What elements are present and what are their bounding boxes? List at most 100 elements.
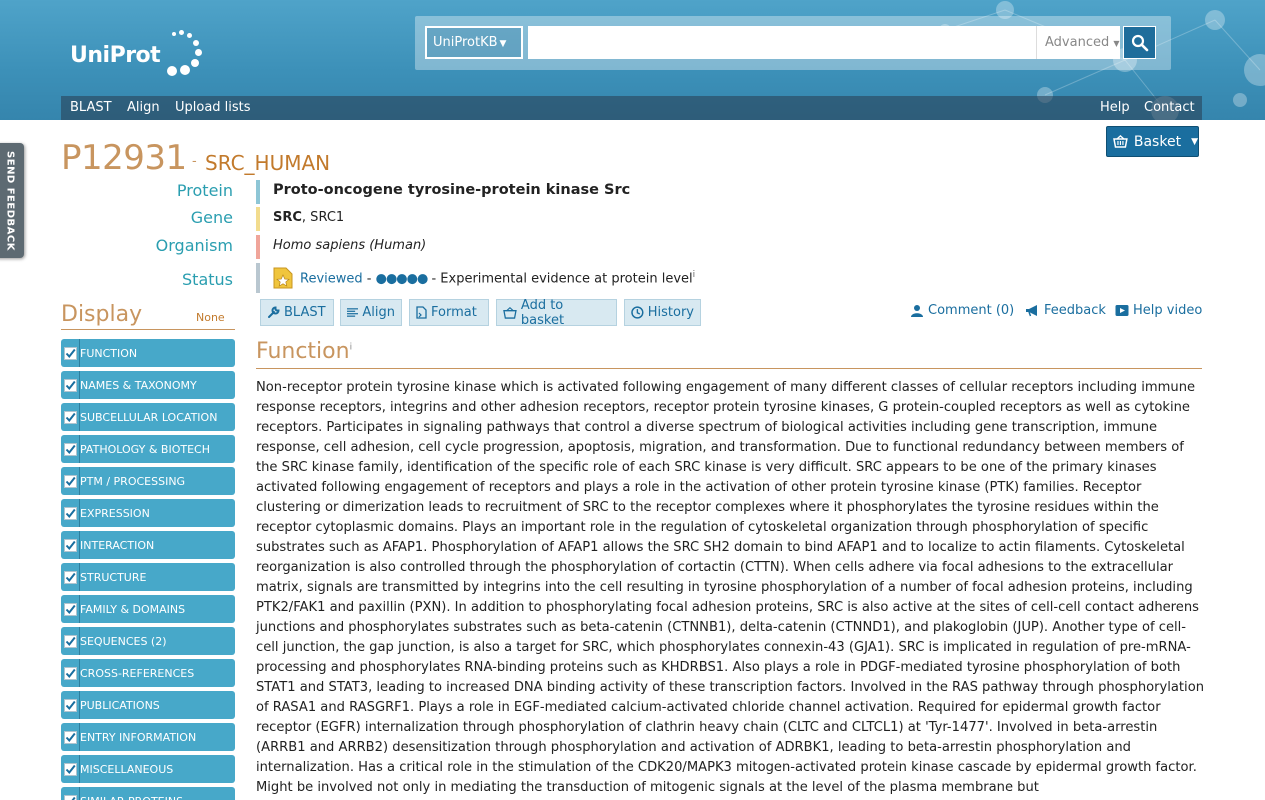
- blast-label: BLAST: [284, 305, 326, 320]
- item-divider: [79, 403, 80, 431]
- display-item-label: ENTRY INFORMATION: [80, 730, 197, 744]
- display-none-link[interactable]: None: [196, 311, 225, 324]
- display-checkbox[interactable]: [64, 506, 77, 520]
- document-icon: [416, 306, 427, 319]
- item-divider: [79, 659, 80, 687]
- display-checkbox[interactable]: [64, 698, 77, 712]
- display-item-similar-proteins[interactable]: SIMILAR PROTEINS: [61, 787, 235, 800]
- display-item-miscellaneous[interactable]: MISCELLANEOUS: [61, 755, 235, 783]
- item-divider: [79, 499, 80, 527]
- feedback-link[interactable]: Feedback: [1025, 303, 1106, 318]
- display-item-sequences-2[interactable]: SEQUENCES (2): [61, 627, 235, 655]
- reviewed-link[interactable]: Reviewed: [300, 271, 363, 286]
- evidence-level: - Experimental evidence at protein level: [427, 271, 693, 287]
- display-checkbox[interactable]: [64, 378, 77, 392]
- chevron-down-icon: ▼: [1113, 39, 1120, 48]
- send-feedback-tab[interactable]: SEND FEEDBACK: [0, 143, 24, 258]
- display-item-label: STRUCTURE: [80, 570, 147, 584]
- checkmark-icon: [71, 796, 76, 800]
- nav-help[interactable]: Help: [1100, 96, 1130, 120]
- display-item-structure[interactable]: STRUCTURE: [61, 563, 235, 591]
- format-label: Format: [431, 305, 477, 320]
- display-item-interaction[interactable]: INTERACTION: [61, 531, 235, 559]
- display-checkbox[interactable]: [64, 794, 77, 800]
- display-item-label: FAMILY & DOMAINS: [80, 602, 186, 616]
- item-divider: [79, 627, 80, 655]
- gene-label: Gene: [190, 208, 233, 227]
- advanced-search-toggle[interactable]: Advanced ▼: [1036, 26, 1120, 59]
- display-item-label: SIMILAR PROTEINS: [80, 795, 183, 800]
- basket-icon: [1113, 135, 1128, 148]
- display-item-expression[interactable]: EXPRESSION: [61, 499, 235, 527]
- history-button[interactable]: History: [624, 299, 701, 326]
- user-comment-icon: [911, 305, 923, 317]
- search-input[interactable]: [528, 26, 1036, 59]
- align-icon: [347, 308, 359, 317]
- display-item-label: SUBCELLULAR LOCATION: [80, 410, 218, 424]
- send-feedback-label: SEND FEEDBACK: [4, 150, 16, 251]
- display-item-function[interactable]: FUNCTION: [61, 339, 235, 367]
- display-checkbox[interactable]: [64, 666, 77, 680]
- display-item-label: PATHOLOGY & BIOTECH: [80, 442, 210, 456]
- help-video-link[interactable]: Help video: [1115, 303, 1202, 318]
- add-to-basket-label: Add to basket: [520, 297, 565, 328]
- checkmark-icon: [65, 348, 76, 358]
- display-checkbox[interactable]: [64, 730, 77, 744]
- info-icon[interactable]: i: [350, 343, 353, 353]
- search-box: UniProtKB ▼ Advanced ▼: [415, 16, 1171, 70]
- annotation-score-icon[interactable]: ●●●●●: [376, 271, 429, 286]
- reviewed-star-icon: [273, 267, 293, 289]
- top-navigation: BLAST Align Upload lists Help Contact: [61, 96, 1202, 120]
- basket-button[interactable]: Basket ▼: [1106, 126, 1199, 157]
- checkmark-icon: [65, 508, 76, 518]
- status-label: Status: [182, 270, 233, 289]
- display-item-label: CROSS-REFERENCES: [80, 666, 195, 680]
- info-icon[interactable]: i: [693, 270, 696, 280]
- blast-button[interactable]: BLAST: [260, 299, 334, 326]
- display-checkbox[interactable]: [64, 410, 77, 424]
- advanced-label: Advanced: [1045, 35, 1110, 50]
- gene-bar: [256, 207, 260, 231]
- uniprot-logo[interactable]: UniProt: [70, 28, 206, 82]
- display-checkbox[interactable]: [64, 442, 77, 456]
- display-heading: Display: [61, 302, 143, 327]
- display-item-publications[interactable]: PUBLICATIONS: [61, 691, 235, 719]
- format-button[interactable]: Format: [409, 299, 489, 326]
- function-description: Non-receptor protein tyrosine kinase whi…: [256, 380, 1205, 795]
- display-item-names-taxonomy[interactable]: NAMES & TAXONOMY: [61, 371, 235, 399]
- display-item-pathology-biotech[interactable]: PATHOLOGY & BIOTECH: [61, 435, 235, 463]
- nav-upload-lists[interactable]: Upload lists: [175, 96, 251, 120]
- nav-align[interactable]: Align: [127, 96, 160, 120]
- item-divider: [79, 563, 80, 591]
- search-button[interactable]: [1123, 26, 1156, 59]
- checkmark-icon: [65, 732, 76, 742]
- display-checkbox[interactable]: [64, 474, 77, 488]
- display-checkbox[interactable]: [64, 602, 77, 616]
- function-heading: Functioni: [256, 339, 352, 364]
- chevron-down-icon: ▼: [499, 39, 507, 49]
- item-divider: [79, 339, 80, 367]
- display-checkbox[interactable]: [64, 570, 77, 584]
- add-to-basket-button[interactable]: Add to basket: [496, 297, 617, 328]
- database-select-label: UniProtKB: [433, 35, 498, 50]
- checkmark-icon: [65, 668, 76, 678]
- align-button[interactable]: Align: [340, 299, 402, 326]
- display-item-entry-information[interactable]: ENTRY INFORMATION: [61, 723, 235, 751]
- logo-text: UniProt: [70, 42, 161, 68]
- display-checkbox[interactable]: [64, 634, 77, 648]
- display-item-ptm-processing[interactable]: PTM / PROCESSING: [61, 467, 235, 495]
- display-item-cross-references[interactable]: CROSS-REFERENCES: [61, 659, 235, 687]
- comment-link[interactable]: Comment (0): [910, 303, 1014, 318]
- database-select[interactable]: UniProtKB ▼: [425, 26, 523, 59]
- display-checkbox[interactable]: [64, 538, 77, 552]
- display-item-subcellular-location[interactable]: SUBCELLULAR LOCATION: [61, 403, 235, 431]
- item-divider: [79, 531, 80, 559]
- feedback-label: Feedback: [1044, 303, 1106, 318]
- display-item-family-domains[interactable]: FAMILY & DOMAINS: [61, 595, 235, 623]
- nav-blast[interactable]: BLAST: [70, 96, 112, 120]
- display-checkbox[interactable]: [64, 346, 77, 360]
- nav-contact[interactable]: Contact: [1144, 96, 1195, 120]
- display-checkbox[interactable]: [64, 762, 77, 776]
- organism-value[interactable]: Homo sapiens (Human): [273, 238, 426, 253]
- checkmark-icon: [65, 380, 76, 390]
